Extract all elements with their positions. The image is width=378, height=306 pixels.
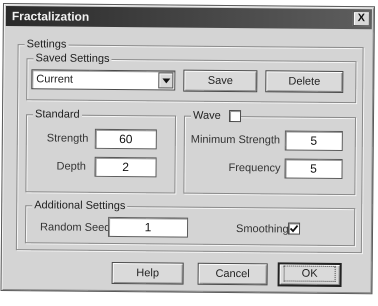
saved-settings-value: Current [36,73,74,86]
frequency-value: 5 [310,161,317,176]
dropdown-arrow-button[interactable] [158,72,174,89]
close-button[interactable]: X [352,11,370,27]
delete-button[interactable]: Delete [265,70,344,93]
close-icon: X [357,12,366,25]
cancel-button[interactable]: Cancel [197,262,268,286]
strength-label: Strength [46,132,89,145]
save-button-label: Save [207,74,233,88]
settings-group: Settings Saved Settings Current Save Del… [15,37,364,254]
delete-button-label: Delete [288,75,321,88]
saved-settings-dropdown[interactable]: Current [31,69,176,91]
saved-settings-label: Saved Settings [33,51,112,66]
minimum-strength-field[interactable]: 5 [284,130,343,151]
additional-settings-group: Additional Settings Random Seed 1 Smooth… [24,198,356,247]
saved-settings-group: Saved Settings Current Save Delete [26,51,357,104]
random-seed-value: 1 [144,220,152,235]
help-button[interactable]: Help [111,261,184,285]
chevron-down-icon [162,78,171,84]
random-seed-label: Random Seed [39,221,111,234]
title-bar[interactable]: Fractalization X [5,6,372,30]
minimum-strength-value: 5 [310,133,318,148]
depth-value: 2 [122,160,129,175]
save-button[interactable]: Save [183,69,258,93]
ok-button-label: OK [283,265,336,282]
fractalization-dialog: Fractalization X Settings Saved Settings… [0,3,375,295]
settings-group-label: Settings [24,37,69,52]
wave-group: Wave Minimum Strength 5 Frequency 5 [183,108,357,196]
ok-button[interactable]: OK [277,262,342,287]
depth-field[interactable]: 2 [94,156,157,178]
wave-label: Wave [192,109,221,122]
cancel-button-label: Cancel [215,267,250,281]
standard-group: Standard Strength 60 Depth 2 [25,107,177,194]
window-title: Fractalization [11,9,90,24]
checkmark-icon [289,225,299,233]
minimum-strength-label: Minimum Strength [190,133,281,147]
strength-field[interactable]: 60 [94,128,157,150]
help-button-label: Help [136,267,160,280]
additional-settings-label: Additional Settings [32,198,128,214]
smoothing-checkbox[interactable] [287,222,301,235]
smoothing-label: Smoothing [235,223,289,236]
random-seed-field[interactable]: 1 [107,216,189,238]
strength-value: 60 [119,132,133,147]
wave-checkbox[interactable] [228,109,242,123]
standard-group-label: Standard [32,107,82,122]
depth-label: Depth [56,160,86,173]
frequency-label: Frequency [228,161,281,175]
frequency-field[interactable]: 5 [284,158,343,179]
